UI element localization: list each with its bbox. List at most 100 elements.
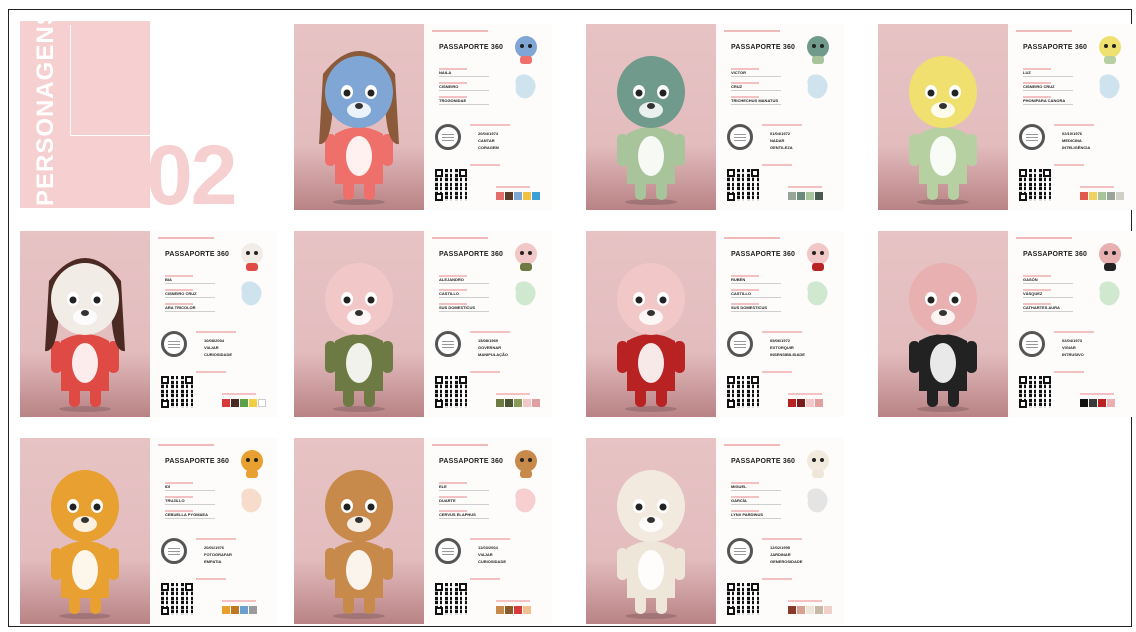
character-illustration [617,263,685,412]
character-illustration [325,470,393,619]
passport-title: PASSAPORTE 360 [731,251,796,258]
character-card[interactable]: PASSAPORTE 360 ELE DUARTE CERVUS ELAPHUS [294,438,552,624]
passport-field-name: RUBÉN [731,275,783,284]
field-underline [165,490,215,491]
palette-header-marker [1080,393,1114,395]
color-swatch [231,606,239,614]
map-icon [515,281,536,306]
field-underline [439,283,489,284]
passport-field-species: PHONIPARA CANORA [1023,96,1075,105]
passport-title: PASSAPORTE 360 [439,251,504,258]
info-date-value: 15/08/1969 [478,338,499,343]
character-avatar-icon [515,450,537,478]
character-illustration [617,470,685,619]
info-date-value: 01/04/1972 [770,131,791,136]
character-figure [309,241,409,413]
info-date: 12/02/1995 [762,545,790,550]
info-date-value: 02/10/1976 [1062,131,1083,136]
map-icon [241,488,262,513]
map-icon [241,281,262,306]
character-illustration [325,263,393,412]
passport-top-line [432,237,488,239]
passport-top-line [432,30,488,32]
field-underline [1023,297,1073,298]
map-icon [807,488,828,513]
color-palette [1080,192,1124,200]
character-card[interactable]: PASSAPORTE 360 ALEJANDRO CASTILLO SUS DO… [294,231,552,417]
passport-stamp [435,538,461,564]
color-swatch [815,192,823,200]
character-card[interactable]: PASSAPORTE 360 LUZ CISNEIRO CRUZ PHONIPA… [878,24,1136,210]
info-trait-value: MANIPULAÇÃO [478,352,508,357]
field-value-species: TRICHECHUS MANATUS [731,98,779,103]
id-header-marker [196,371,226,373]
info-job-value: VIAJAR [204,345,219,350]
character-figure [601,448,701,620]
color-swatch [815,606,823,614]
qr-corner [435,193,443,201]
qr-corner [751,376,759,384]
passport-field-species: SUS DOMESTICUS [731,303,783,312]
map-icon [1099,74,1120,99]
character-card[interactable]: PASSAPORTE 360 MIGUEL GARCÍA LYNX PARDIN… [586,438,844,624]
color-swatch [1107,399,1115,407]
color-swatch [249,606,257,614]
field-underline [439,504,489,505]
field-underline [731,104,781,105]
qr-corner [459,376,467,384]
passport-top-line [158,237,214,239]
id-header-marker [470,164,500,166]
character-avatar-icon [807,450,829,478]
character-card[interactable]: PASSAPORTE 360 BIA CISNEIRO CRUZ ARA TRI… [20,231,278,417]
passport-top-line [1016,237,1072,239]
id-header-marker [762,164,792,166]
passport-field-surname: CRUZ [731,82,783,91]
color-swatch [532,399,540,407]
color-swatch [1116,192,1124,200]
qr-corner [161,583,169,591]
info-job-value: MEDICINA [1062,138,1082,143]
info-trait-value: EMPATIA [204,559,222,564]
color-swatch [1098,192,1106,200]
info-trait-value: INSENSIBILIDADE [770,352,805,357]
character-illustration [909,263,977,412]
field-underline [165,283,215,284]
color-swatch [1107,192,1115,200]
field-underline [731,518,781,519]
passport-field-species: LYNX PARDINUS [731,510,783,519]
qr-corner [727,607,735,615]
field-underline [439,76,489,77]
qr-corner [1019,193,1027,201]
character-card[interactable]: PASSAPORTE 360 RUBÉN CASTILLO SUS DOMEST… [586,231,844,417]
character-card[interactable]: PASSAPORTE 360 IDÍ TRUJILLO CEBUELLA PYG… [20,438,278,624]
qr-corner [161,376,169,384]
map-icon [515,74,536,99]
palette-header-marker [222,393,256,395]
palette-header-marker [496,600,530,602]
qr-corner [1019,376,1027,384]
color-swatch [1080,399,1088,407]
passport-title: PASSAPORTE 360 [439,44,504,51]
character-card[interactable]: PASSAPORTE 360 NAILA CISNEIRO TROGONIDAE [294,24,552,210]
info-job: VIGIAR [1054,345,1076,350]
info-job: EXTORQUIR [762,345,794,350]
qr-corner [751,583,759,591]
info-job: NADAR [762,138,784,143]
color-swatch [797,606,805,614]
color-swatch [815,399,823,407]
field-underline [439,90,489,91]
info-trait-value: GENEROSIDADE [770,559,803,564]
passport-field-surname: GARCÍA [731,496,783,505]
info-date-value: 10/08/2004 [204,338,225,343]
character-figure [35,241,135,413]
character-card[interactable]: PASSAPORTE 360 GASÓN VÁSQUEZ CATHARTES A… [878,231,1136,417]
passport-stamp [161,331,187,357]
character-card[interactable]: PASSAPORTE 360 VICTOR CRUZ TRICHECHUS MA… [586,24,844,210]
map-icon [807,281,828,306]
info-trait-value: INTELIGÊNCIA [1062,145,1091,150]
info-date-value: 02/04/1973 [1062,338,1083,343]
info-date: 15/08/1969 [470,338,498,343]
map-icon [807,74,828,99]
map-icon [1099,281,1120,306]
info-date-value: 05/06/1972 [770,338,791,343]
